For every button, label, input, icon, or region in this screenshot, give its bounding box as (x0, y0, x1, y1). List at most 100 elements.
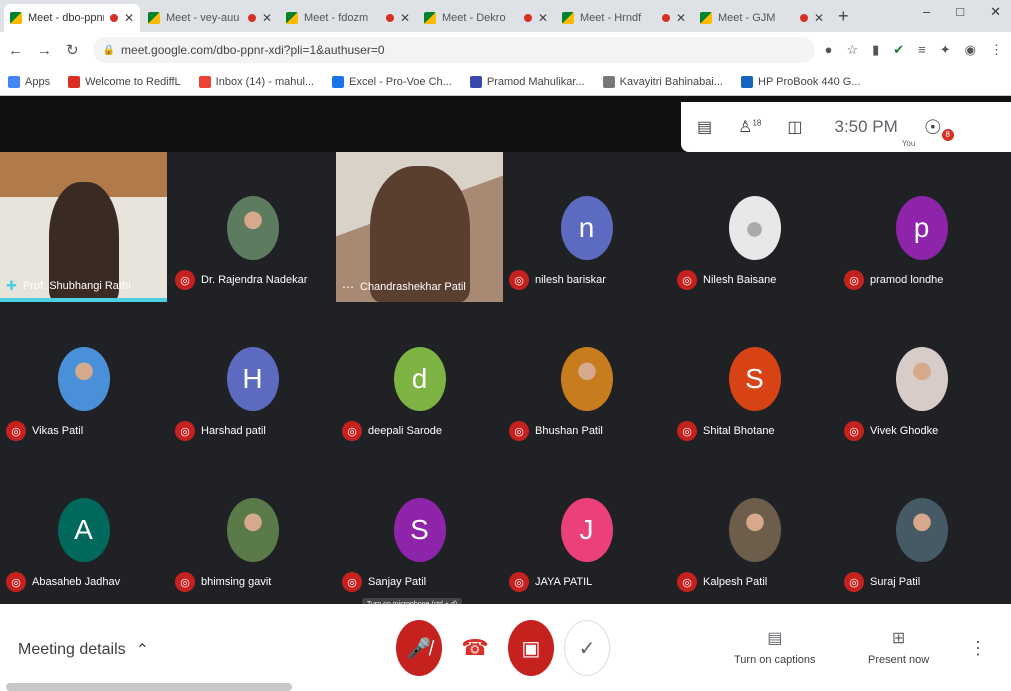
bookmarks-bar: Apps Welcome to RediffL Inbox (14) - mahul… (0, 68, 1011, 96)
maximize-icon[interactable]: □ (956, 4, 964, 20)
participant-tile[interactable]: ● ◎ Nilesh Baisane (671, 152, 838, 302)
mic-indicator-icon[interactable]: ▮ (872, 42, 879, 58)
browser-tab[interactable]: Meet - GJM ✕ (694, 4, 830, 32)
participant-tile[interactable]: ◎ Vikas Patil (0, 303, 167, 453)
bookmark-item[interactable]: Welcome to RediffL (68, 75, 181, 88)
raise-check-button[interactable]: ✓ (564, 620, 610, 676)
participant-tile[interactable]: H ◎ Harshad patil (169, 303, 336, 453)
captions-label: Turn on captions (734, 654, 816, 666)
bookmark-favicon-icon (332, 75, 345, 88)
photo-avatar (895, 347, 948, 411)
close-tab-icon[interactable]: ✕ (538, 11, 548, 25)
browser-tab[interactable]: Meet - dbo-ppnr ✕ (4, 4, 140, 32)
bookmark-label: Excel - Pro-Voe Ch... (349, 75, 452, 88)
participant-name: Vikas Patil (32, 425, 84, 437)
participant-name: Dr. Rajendra Nadekar (201, 274, 308, 286)
address-toolbar: ← → ↻ 🔒 meet.google.com/dbo-ppnr-xdi?pli… (0, 32, 1011, 68)
chat-icon[interactable]: ◫ (787, 117, 802, 137)
browser-tab[interactable]: Meet - Hrndf ✕ (556, 4, 692, 32)
back-icon[interactable]: ← (8, 42, 23, 59)
participant-tile[interactable]: n ◎ nilesh bariskar (503, 152, 670, 302)
close-tab-icon[interactable]: ✕ (262, 11, 272, 25)
info-icon[interactable]: ▤ (697, 117, 712, 137)
bookmark-item[interactable]: Inbox (14) - mahul... (198, 75, 314, 88)
browser-tab[interactable]: Meet - Dekro ✕ (418, 4, 554, 32)
minimize-icon[interactable]: – (923, 4, 930, 20)
camera-indicator-icon[interactable]: ● (825, 42, 833, 58)
recording-indicator-icon (523, 14, 532, 22)
close-tab-icon[interactable]: ✕ (400, 11, 410, 25)
participant-tile[interactable]: ◎ Dr. Rajendra Nadekar (169, 152, 336, 302)
camera-toggle-button[interactable]: ▣ (508, 620, 554, 676)
close-tab-icon[interactable]: ✕ (124, 11, 134, 25)
you-avatar[interactable]: ☉ You 8 (902, 115, 954, 148)
puzzle-icon[interactable]: ✦ (940, 42, 951, 58)
participant-name: nilesh bariskar (535, 274, 606, 286)
active-speaker-bar (0, 298, 167, 302)
participant-name: deepali Sarode (368, 425, 443, 437)
mic-muted-icon: ◎ (509, 572, 529, 592)
participant-tile[interactable]: S ◎ Shital Bhotane (671, 303, 838, 453)
participant-tile[interactable]: A ◎ Abasaheb Jadhav (0, 454, 167, 604)
participant-tile[interactable]: ⋯ Chandrashekhar Patil (336, 152, 503, 302)
default-avatar-icon: ● (728, 196, 781, 260)
address-bar[interactable]: 🔒 meet.google.com/dbo-ppnr-xdi?pli=1&aut… (92, 37, 815, 63)
profile-icon[interactable]: ◉ (965, 42, 976, 58)
recording-indicator-icon (661, 14, 670, 22)
participant-grid: ✚ Prof. Shubhangi Rathi ◎ Dr. Rajendra Nade… (0, 152, 1011, 604)
tab-strip: Meet - dbo-ppnr ✕ Meet - vey-auu ✕ Meet - fd… (0, 0, 1011, 32)
present-now-button[interactable]: ⊞ Present now (868, 628, 929, 666)
mic-toggle-button[interactable]: 🎤̸ (396, 620, 442, 676)
participant-tile[interactable]: ◎ Suraj Patil (838, 454, 1005, 604)
participant-nameplate: ◎ Abasaheb Jadhav (6, 572, 120, 592)
participant-tile[interactable]: J ◎ JAYA PATIL (503, 454, 670, 604)
photo-avatar (226, 196, 279, 260)
participant-tile[interactable]: ◎ Kalpesh Patil (671, 454, 838, 604)
participant-tile[interactable]: ✚ Prof. Shubhangi Rathi (0, 152, 167, 302)
mic-muted-icon: ◎ (175, 572, 195, 592)
close-window-icon[interactable]: ✕ (990, 4, 1001, 20)
people-icon[interactable]: ♙18 (738, 117, 761, 137)
participant-nameplate: ◎ deepali Sarode (342, 421, 442, 441)
check-extension-icon[interactable]: ✔ (893, 42, 904, 58)
bookmark-item[interactable]: Kavayitri Bahinabai... (602, 75, 723, 88)
close-tab-icon[interactable]: ✕ (814, 11, 824, 25)
star-icon[interactable]: ☆ (846, 42, 858, 58)
participant-name: Chandrashekhar Patil (360, 281, 466, 293)
participant-nameplate: ◎ JAYA PATIL (509, 572, 592, 592)
participant-tile[interactable]: ◎ Vivek Ghodke (838, 303, 1005, 453)
menu-icon[interactable]: ⋮ (990, 42, 1003, 58)
bookmark-item[interactable]: HP ProBook 440 G... (741, 75, 861, 88)
participant-name: Prof. Shubhangi Rathi (22, 280, 131, 292)
participant-name: Abasaheb Jadhav (32, 576, 121, 588)
bookmark-item[interactable]: Apps (8, 75, 50, 88)
participant-nameplate: ◎ Bhushan Patil (509, 421, 603, 441)
new-tab-button[interactable]: + (838, 6, 849, 27)
captions-button[interactable]: ▤ Turn on captions (734, 628, 816, 666)
participant-tile[interactable]: S ◎ Sanjay Patil (336, 454, 503, 604)
participant-tile[interactable]: d ◎ deepali Sarode (336, 303, 503, 453)
participant-tile[interactable]: ◎ bhimsing gavit (169, 454, 336, 604)
recording-indicator-icon (799, 14, 808, 22)
participant-tile[interactable]: p ◎ pramod londhe (838, 152, 1005, 302)
reload-icon[interactable]: ↻ (66, 41, 79, 59)
bookmark-item[interactable]: Pramod Mahulikar... (469, 75, 585, 88)
more-options-icon[interactable]: ⋮ (969, 638, 987, 659)
close-tab-icon[interactable]: ✕ (676, 11, 686, 25)
window-controls: – □ ✕ (923, 4, 1001, 20)
bookmark-item[interactable]: Excel - Pro-Voe Ch... (332, 75, 452, 88)
meeting-details-button[interactable]: Meeting details ⌃ (18, 640, 149, 660)
mic-muted-icon: ◎ (342, 421, 362, 441)
browser-tab[interactable]: Meet - vey-auu ✕ (142, 4, 278, 32)
bookmark-favicon-icon (68, 75, 81, 88)
participant-tile[interactable]: ◎ Bhushan Patil (503, 303, 670, 453)
browser-tab[interactable]: Meet - fdozm ✕ (280, 4, 416, 32)
list-extension-icon[interactable]: ≡ (918, 42, 926, 58)
participant-name: Nilesh Baisane (703, 274, 777, 286)
leave-call-button[interactable]: ☎ (452, 620, 498, 676)
participant-name: Kalpesh Patil (703, 576, 768, 588)
participant-count: 18 (752, 118, 762, 128)
horizontal-scrollbar[interactable] (6, 683, 292, 691)
forward-icon[interactable]: → (37, 42, 52, 59)
participant-name: Vivek Ghodke (870, 425, 939, 437)
